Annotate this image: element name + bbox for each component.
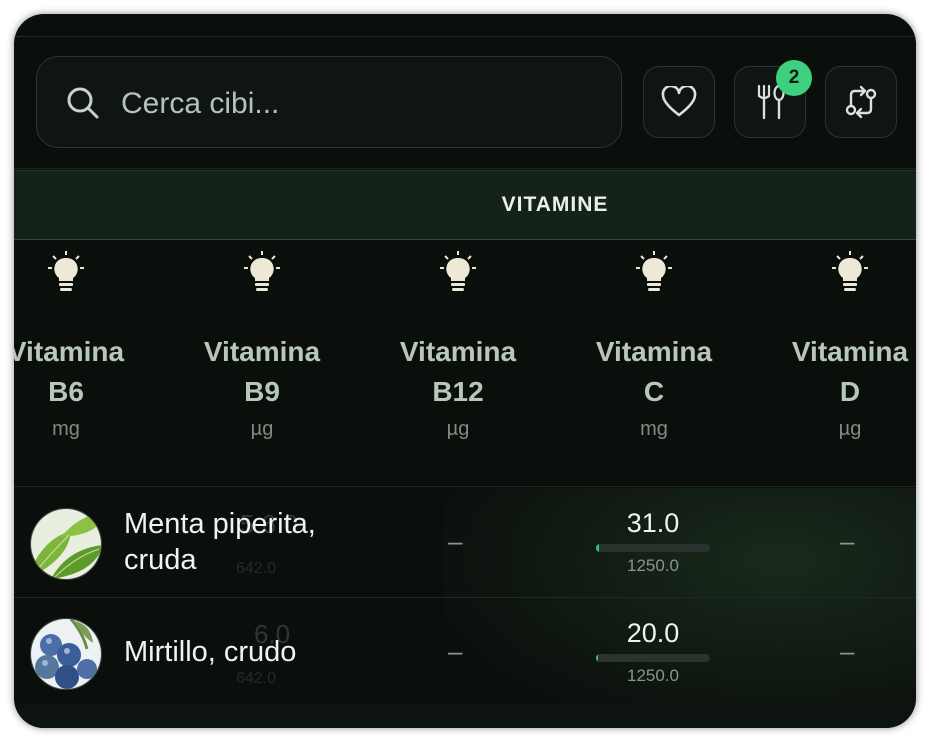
lightbulb-icon [48, 251, 84, 291]
meal-count-badge: 2 [776, 60, 812, 96]
column-header-b6[interactable]: Vitamina B6 mg [14, 246, 164, 441]
value-d: – [840, 636, 855, 666]
row-divider [14, 486, 916, 487]
top-divider [14, 36, 916, 37]
food-thumbnail [30, 618, 102, 690]
food-name[interactable]: Menta piperita, cruda [124, 506, 316, 578]
column-unit: mg [52, 418, 80, 440]
food-thumbnail [30, 508, 102, 580]
column-name: Vitamina C [595, 336, 713, 407]
column-unit: µg [838, 418, 862, 440]
column-name: Vitamina B9 [203, 336, 321, 407]
row-divider [14, 597, 916, 598]
lightbulb-icon [440, 251, 476, 291]
value-b9: – [448, 526, 463, 556]
column-name: Vitamina B12 [399, 336, 517, 407]
mint-leaf-image [31, 509, 101, 579]
search-bar[interactable] [36, 56, 622, 148]
ghost-sub-value: 642.0 [236, 670, 277, 687]
column-header-b12[interactable]: Vitamina B12 µg [360, 246, 556, 441]
progress-bar-c [596, 654, 710, 662]
column-name: Vitamina D [791, 336, 909, 407]
column-header-b9[interactable]: Vitamina B9 µg [164, 246, 360, 441]
lightbulb-icon [244, 251, 280, 291]
swap-arrows-icon [845, 85, 877, 119]
progress-bar-c [596, 544, 710, 552]
value-b9: – [448, 636, 463, 666]
compare-button[interactable] [825, 66, 897, 138]
toolbar-divider [14, 168, 916, 169]
heart-icon [661, 86, 697, 117]
search-input[interactable] [119, 79, 603, 129]
app-window: 2 VITAMINE Vitamina B6 mg [14, 14, 916, 728]
column-unit: mg [640, 418, 668, 440]
search-icon [67, 87, 99, 119]
reference-value-c: 1250.0 [627, 666, 679, 685]
column-name: Vitamina B6 [14, 336, 125, 407]
column-unit: µg [250, 418, 274, 440]
column-unit: µg [446, 418, 470, 440]
value-c: 31.0 [626, 508, 680, 538]
blueberry-image [31, 619, 101, 689]
lightbulb-icon [636, 251, 672, 291]
progress-fill [596, 654, 599, 662]
column-header-d[interactable]: Vitamina D µg [752, 246, 916, 441]
bottom-edge [14, 704, 916, 728]
value-c: 20.0 [626, 618, 680, 648]
food-name[interactable]: Mirtillo, crudo [124, 634, 296, 670]
value-d: – [840, 526, 855, 556]
section-title: VITAMINE [501, 193, 609, 216]
column-header-c[interactable]: Vitamina C mg [556, 246, 752, 441]
lightbulb-icon [832, 251, 868, 291]
section-header-vitamine: VITAMINE [14, 170, 916, 240]
favorites-button[interactable] [643, 66, 715, 138]
reference-value-c: 1250.0 [627, 556, 679, 575]
progress-fill [596, 544, 599, 552]
